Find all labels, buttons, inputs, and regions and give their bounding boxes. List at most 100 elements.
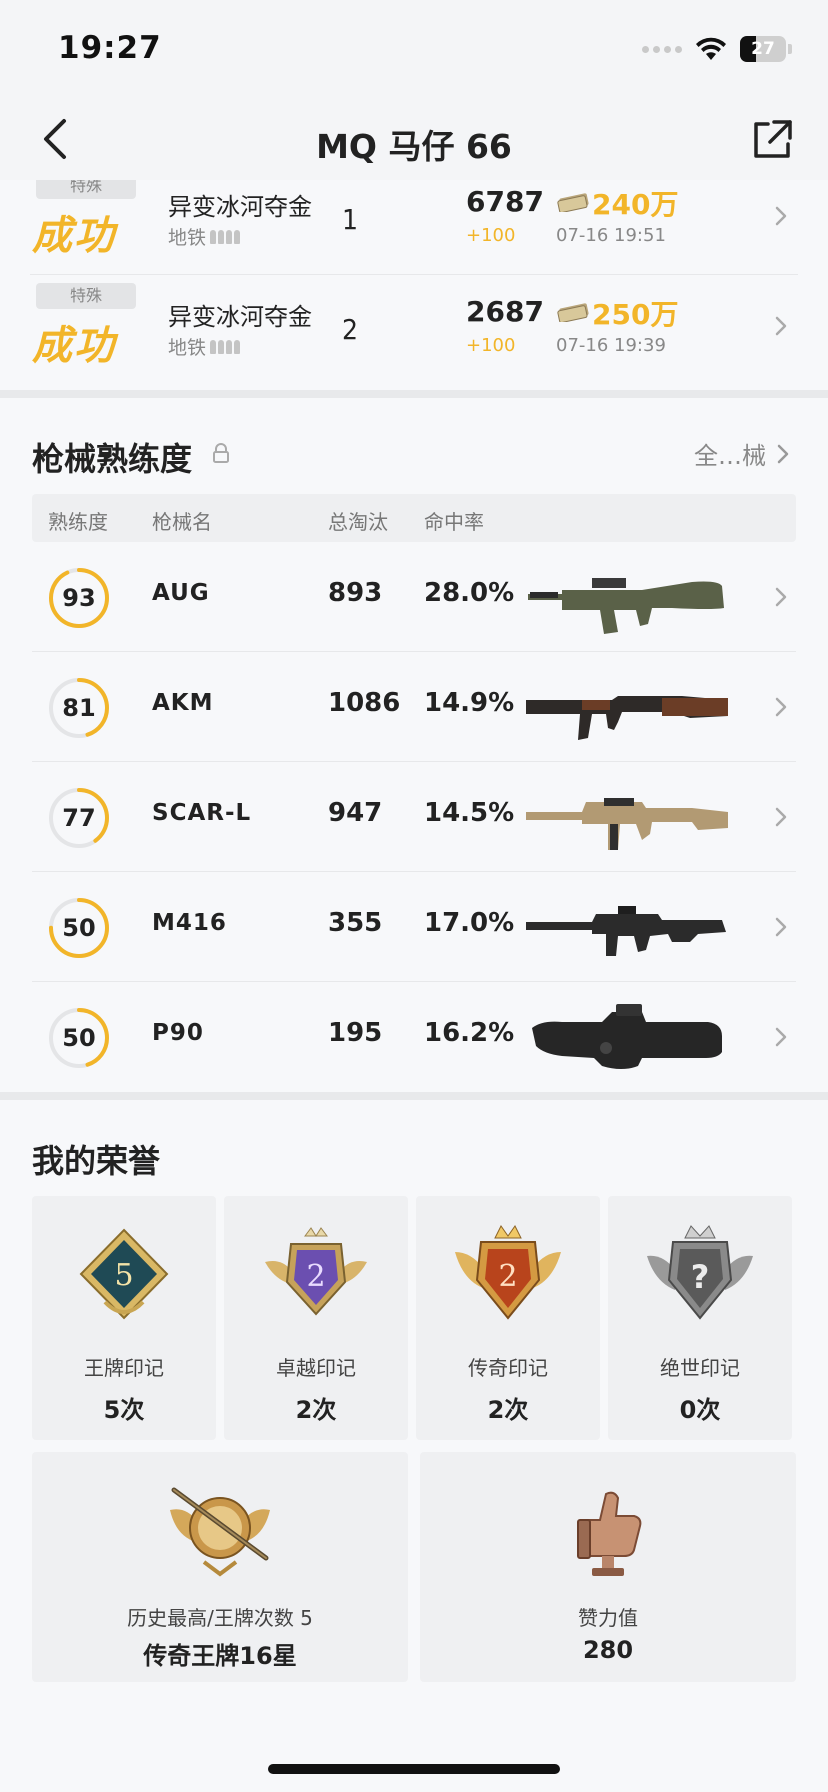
match-rank: 2	[342, 313, 359, 346]
likes-value: 280	[582, 1636, 634, 1664]
highest-tier-card[interactable]: 历史最高/王牌次数 5 传奇王牌16星	[32, 1452, 408, 1682]
chevron-right-icon	[775, 316, 787, 336]
hit-rate: 14.9%	[424, 688, 515, 718]
weapon-row-m416[interactable]: 50 M416 355 17.0%	[32, 872, 796, 982]
money-earned: 240万	[592, 188, 679, 221]
chevron-right-icon	[775, 697, 787, 717]
share-icon	[754, 120, 792, 158]
status-bar: 19:27 27	[0, 0, 828, 100]
badge-number: 2	[498, 1259, 517, 1294]
badge-card-peerless[interactable]: ? 绝世印记 0次	[608, 1196, 792, 1440]
weapon-name: AUG	[152, 580, 210, 606]
proficiency-value: 77	[62, 804, 96, 832]
likes-label: 赞力值	[578, 1606, 638, 1630]
cellular-signal-icon	[642, 45, 682, 53]
section-title: 枪械熟练度	[32, 440, 193, 478]
badge-count: 2次	[295, 1396, 337, 1424]
match-row[interactable]: 特殊 成功 异变冰河夺金 地铁 1 6787 +100 240万 07-16 1…	[30, 180, 798, 275]
badge-name: 绝世印记	[660, 1356, 740, 1380]
total-kills: 1086	[328, 688, 401, 718]
badge-count: 0次	[679, 1396, 721, 1424]
section-title: 我的荣誉	[32, 1142, 161, 1180]
map-sub: 地铁	[168, 223, 241, 250]
badge-name: 卓越印记	[276, 1356, 356, 1380]
chevron-right-icon	[775, 206, 787, 226]
lock-icon	[213, 443, 229, 463]
match-score: 2687	[466, 295, 544, 328]
badge-name: 王牌印记	[84, 1356, 164, 1380]
weapon-row-akm[interactable]: 81 AKM 1086 14.9%	[32, 652, 796, 762]
legend-ace-emblem-icon	[170, 1487, 270, 1577]
proficiency-value: 81	[62, 694, 96, 722]
squad-icon	[210, 229, 241, 244]
match-score: 6787	[466, 185, 544, 218]
map-name: 异变冰河夺金	[168, 193, 312, 221]
section-divider	[0, 390, 828, 398]
weapon-table-header: 熟练度 枪械名 总淘汰 命中率	[32, 494, 796, 542]
mode-sub-label: 地铁	[168, 337, 207, 359]
mode-tag: 特殊	[36, 283, 136, 309]
page-title: MQ 马仔 66	[316, 127, 512, 166]
scar-l-rifle-icon	[526, 798, 728, 850]
hit-rate: 16.2%	[424, 1018, 515, 1048]
weapon-row-p90[interactable]: 50 P90 195 16.2%	[32, 982, 796, 1092]
score-delta: +100	[466, 225, 516, 246]
hit-rate: 28.0%	[424, 578, 515, 608]
weapon-name: M416	[152, 910, 227, 936]
status-time: 19:27	[58, 30, 162, 66]
likes-card[interactable]: 赞力值 280	[420, 1452, 796, 1682]
status-indicators: 27	[642, 34, 792, 64]
weapon-row-scar-l[interactable]: 77 SCAR-L 947 14.5%	[32, 762, 796, 872]
badge-number: 2	[306, 1259, 325, 1294]
mode-sub-label: 地铁	[168, 227, 207, 249]
weapon-row-aug[interactable]: 93 AUG 893 28.0%	[32, 542, 796, 652]
badge-number: 5	[114, 1258, 133, 1293]
highest-tier-value: 传奇王牌16星	[143, 1642, 297, 1670]
badge-number: ?	[691, 1258, 710, 1296]
see-all-label: 全…械	[694, 442, 766, 470]
total-kills: 893	[328, 578, 383, 608]
peerless-mark-badge-icon: ?	[647, 1225, 753, 1320]
badge-count: 2次	[487, 1396, 529, 1424]
aug-rifle-icon	[528, 578, 724, 634]
proficiency-value: 50	[62, 914, 96, 942]
hit-rate: 17.0%	[424, 908, 515, 938]
chevron-right-icon	[775, 807, 787, 827]
money-stack-icon	[557, 193, 589, 212]
badge-name: 传奇印记	[468, 1356, 548, 1380]
total-kills: 947	[328, 798, 383, 828]
badge-count: 5次	[103, 1396, 145, 1424]
match-result: 成功	[32, 323, 116, 369]
map-sub: 地铁	[168, 333, 241, 360]
match-time: 07-16 19:51	[556, 225, 666, 246]
battery-icon: 27	[740, 36, 786, 62]
honors-section: 我的荣誉 5 王牌印记 5次 2 卓越印记 2次 2 传奇印记 2次 ? 绝世印…	[0, 1100, 828, 1792]
excellence-mark-badge-icon: 2	[265, 1227, 367, 1316]
chevron-right-icon	[775, 1027, 787, 1047]
share-button[interactable]	[748, 114, 798, 164]
proficiency-value: 93	[62, 584, 96, 612]
money-earned: 250万	[592, 298, 679, 331]
weapon-name: AKM	[152, 690, 214, 716]
total-kills: 355	[328, 908, 383, 938]
column-header-name: 枪械名	[152, 510, 212, 534]
match-rank: 1	[342, 203, 359, 236]
match-result: 成功	[32, 213, 116, 259]
badge-card-excellence[interactable]: 2 卓越印记 2次	[224, 1196, 408, 1440]
weapon-name: P90	[152, 1020, 204, 1046]
match-row[interactable]: 特殊 成功 异变冰河夺金 地铁 2 2687 +100 250万 07-16 1…	[30, 275, 798, 385]
home-indicator[interactable]	[268, 1764, 560, 1774]
match-time: 07-16 19:39	[556, 335, 666, 356]
see-all-weapons-link[interactable]: 全…械	[694, 436, 790, 471]
badge-card-legend[interactable]: 2 传奇印记 2次	[416, 1196, 600, 1440]
mode-tag: 特殊	[36, 180, 136, 199]
weapon-proficiency-section: 枪械熟练度 全…械 熟练度 枪械名 总淘汰 命中率 93 AUG 893 28.0% 8…	[0, 398, 828, 1092]
legend-mark-badge-icon: 2	[455, 1225, 561, 1320]
proficiency-value: 50	[62, 1024, 96, 1052]
battery-level: 27	[751, 39, 775, 59]
akm-rifle-icon	[526, 696, 728, 740]
m416-rifle-icon	[526, 906, 726, 956]
wifi-icon	[696, 37, 726, 60]
chevron-right-icon	[775, 917, 787, 937]
badge-card-ace[interactable]: 5 王牌印记 5次	[32, 1196, 216, 1440]
